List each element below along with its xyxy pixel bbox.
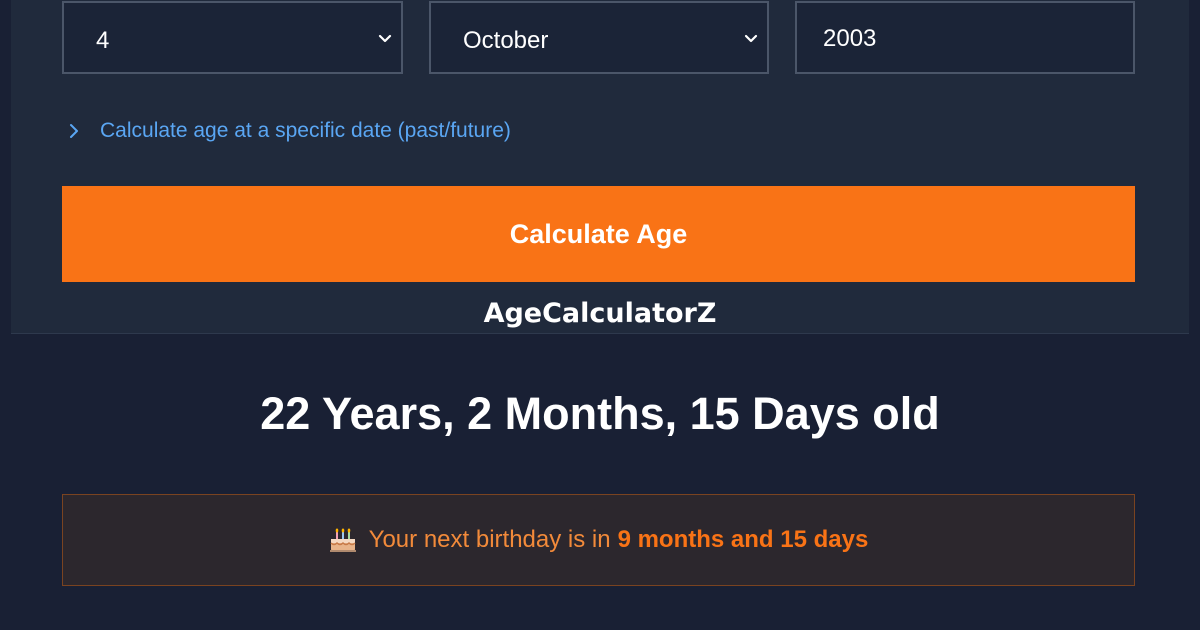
chevron-down-icon bbox=[378, 34, 392, 43]
calculate-age-button[interactable]: Calculate Age bbox=[62, 186, 1135, 282]
next-birthday-prefix: Your next birthday is in bbox=[368, 526, 611, 553]
month-select-value: October bbox=[463, 27, 549, 54]
chevron-right-icon bbox=[70, 124, 78, 138]
year-input-value: 2003 bbox=[823, 25, 877, 52]
chevron-down-icon bbox=[744, 34, 758, 43]
cake-icon bbox=[329, 527, 357, 553]
specific-date-toggle-label: Calculate age at a specific date (past/f… bbox=[100, 119, 511, 142]
next-birthday-box: Your next birthday is in 9 months and 15… bbox=[62, 494, 1135, 586]
age-result: 22 Years, 2 Months, 15 Days old bbox=[260, 388, 940, 439]
specific-date-toggle[interactable]: Calculate age at a specific date (past/f… bbox=[62, 117, 511, 145]
month-select[interactable]: October bbox=[429, 1, 769, 74]
day-select[interactable]: 4 bbox=[62, 1, 403, 74]
day-select-value: 4 bbox=[96, 27, 110, 54]
page: 4 October 2003 Calculate age at a specif… bbox=[0, 0, 1200, 630]
year-input[interactable]: 2003 bbox=[795, 1, 1135, 74]
brand-watermark: AgeCalculatorZ bbox=[483, 298, 717, 329]
next-birthday-value: 9 months and 15 days bbox=[617, 526, 869, 553]
